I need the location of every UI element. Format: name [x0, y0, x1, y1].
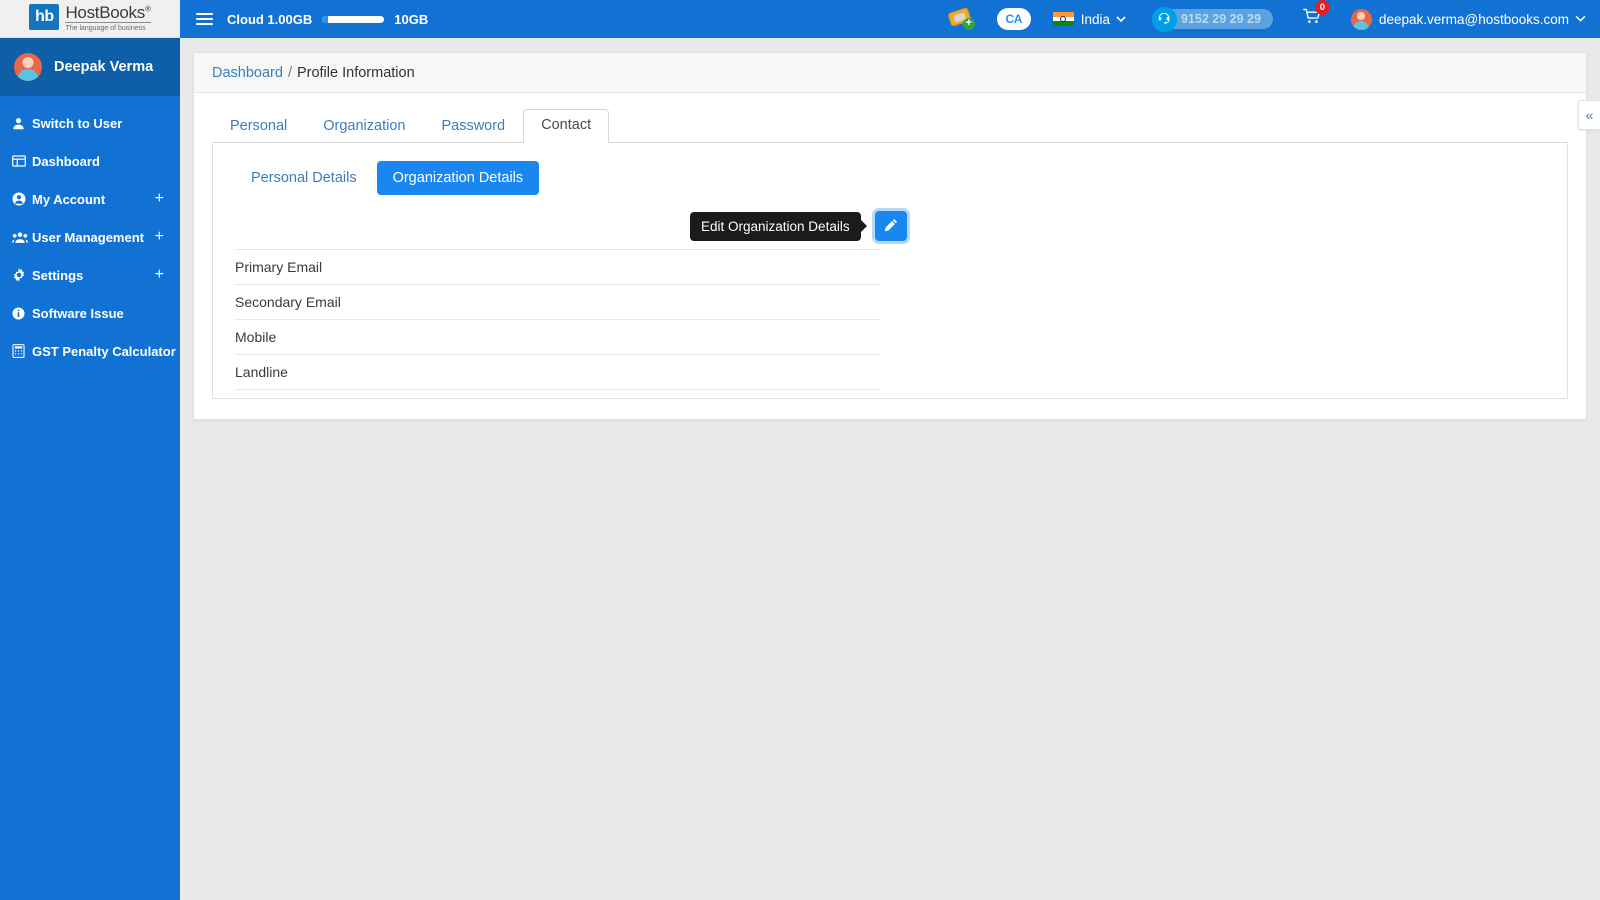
logo-mark-icon: hb	[29, 3, 60, 30]
user-icon	[12, 117, 32, 130]
contact-field-label: Secondary Email	[235, 294, 341, 310]
chevron-down-icon	[1116, 14, 1126, 25]
brand-logo[interactable]: hb HostBooks® The language of business	[0, 0, 180, 38]
avatar	[1350, 8, 1372, 30]
user-email-label: deepak.verma@hostbooks.com	[1378, 11, 1569, 27]
contact-field-label: Landline	[235, 364, 288, 380]
breadcrumb: Dashboard / Profile Information	[194, 53, 1586, 93]
info-circle-icon	[12, 306, 32, 320]
contact-subtabs: Personal Details Organization Details	[235, 161, 1545, 195]
cloud-storage-progress-fill	[322, 15, 329, 23]
country-name: India	[1080, 11, 1110, 27]
contact-field-row: Landline	[235, 355, 880, 390]
sidebar-item-switch-to-user[interactable]: Switch to User	[0, 104, 180, 142]
add-ticket-icon[interactable]: +	[947, 7, 975, 30]
contact-field-label: Primary Email	[235, 259, 323, 275]
sidebar-menu: Switch to User Dashboard My Account + Us…	[0, 96, 180, 370]
sidebar-profile-name: Deepak Verma	[54, 59, 154, 75]
contact-field-row: Primary Email	[235, 250, 880, 285]
subtab-personal-details[interactable]: Personal Details	[235, 161, 373, 195]
sidebar-item-label: Switch to User	[32, 115, 123, 131]
cloud-storage-label: Cloud 1.00GB	[227, 11, 313, 27]
sidebar-item-settings[interactable]: Settings +	[0, 256, 180, 294]
country-selector[interactable]: India	[1052, 11, 1126, 27]
tab-personal[interactable]: Personal	[212, 110, 305, 143]
tab-contact[interactable]: Contact	[523, 108, 610, 143]
tab-organization[interactable]: Organization	[305, 110, 423, 143]
account-circle-icon	[12, 192, 32, 206]
users-group-icon	[12, 231, 32, 244]
sidebar: hb HostBooks® The language of business D…	[0, 0, 180, 900]
profile-tabs: Personal Organization Password Contact	[212, 108, 1568, 143]
cart-count-badge: 0	[1314, 0, 1330, 15]
contact-field-list: Primary Email Secondary Email Mobile Landli…	[235, 250, 880, 390]
cart-button[interactable]: 0	[1303, 0, 1330, 30]
sidebar-item-user-management[interactable]: User Management +	[0, 218, 180, 256]
sidebar-item-software-issue[interactable]: Software Issue	[0, 294, 180, 332]
breadcrumb-separator: /	[287, 64, 292, 81]
hamburger-menu-icon[interactable]	[190, 9, 219, 29]
tooltip-edit-organization-details: Edit Organization Details	[690, 211, 861, 241]
ca-badge-icon[interactable]: CA	[996, 8, 1031, 30]
card-body: Personal Organization Password Contact P…	[194, 93, 1586, 419]
sidebar-item-label: User Management	[32, 229, 144, 245]
expand-icon[interactable]: +	[155, 191, 168, 207]
content-card: Dashboard / Profile Information Personal…	[193, 52, 1587, 420]
india-flag-icon	[1052, 12, 1074, 26]
calculator-icon	[12, 344, 32, 358]
sidebar-item-label: My Account	[32, 191, 106, 207]
support-phone[interactable]: 9152 29 29 29	[1151, 6, 1273, 32]
breadcrumb-dashboard-link[interactable]: Dashboard	[212, 65, 283, 81]
breadcrumb-current: Profile Information	[296, 64, 415, 81]
sidebar-item-label: Settings	[32, 267, 84, 283]
brand-name: HostBooks®	[65, 2, 151, 23]
user-account-menu[interactable]: deepak.verma@hostbooks.com	[1350, 8, 1586, 30]
brand-tagline: The language of business	[65, 24, 146, 32]
sidebar-item-gst-penalty-calculator[interactable]: GST Penalty Calculator	[0, 332, 180, 370]
cloud-storage-progress	[322, 15, 385, 23]
contact-field-row: Secondary Email	[235, 285, 880, 320]
expand-icon[interactable]: +	[155, 229, 168, 245]
registered-mark: ®	[144, 4, 151, 14]
brand-name-text: HostBooks	[65, 2, 145, 22]
contact-field-row: Mobile	[235, 320, 880, 355]
topbar: Cloud 1.00GB 10GB + CA India 9152 29 29 …	[180, 0, 1600, 38]
dashboard-icon	[12, 155, 32, 167]
sidebar-item-my-account[interactable]: My Account +	[0, 180, 180, 218]
sidebar-item-label: GST Penalty Calculator	[32, 343, 176, 359]
sidebar-item-dashboard[interactable]: Dashboard	[0, 142, 180, 180]
subtab-organization-details[interactable]: Organization Details	[376, 161, 540, 195]
chevron-down-icon	[1575, 14, 1586, 25]
avatar	[14, 53, 42, 81]
support-phone-number: 9152 29 29 29	[1164, 9, 1273, 29]
action-row: Edit Organization Details	[235, 207, 1545, 249]
app-root: hb HostBooks® The language of business D…	[0, 0, 1600, 900]
chevron-double-left-icon: «	[1585, 107, 1594, 123]
tab-password[interactable]: Password	[423, 110, 523, 143]
contact-field-label: Mobile	[235, 329, 277, 345]
sidebar-item-label: Software Issue	[32, 305, 124, 321]
collapse-panel-button[interactable]: «	[1578, 100, 1600, 130]
expand-icon[interactable]: +	[155, 267, 168, 283]
pencil-icon	[884, 218, 898, 235]
cloud-storage-max: 10GB	[394, 11, 429, 27]
headset-icon	[1151, 6, 1177, 32]
contact-panel: Personal Details Organization Details Ed…	[212, 143, 1568, 399]
sidebar-profile[interactable]: Deepak Verma	[0, 38, 180, 96]
gear-icon	[12, 268, 32, 282]
main-content: Dashboard / Profile Information Personal…	[180, 38, 1600, 900]
edit-tooltip-group: Edit Organization Details	[690, 211, 907, 241]
sidebar-item-label: Dashboard	[32, 153, 100, 169]
edit-organization-details-button[interactable]	[874, 211, 907, 241]
